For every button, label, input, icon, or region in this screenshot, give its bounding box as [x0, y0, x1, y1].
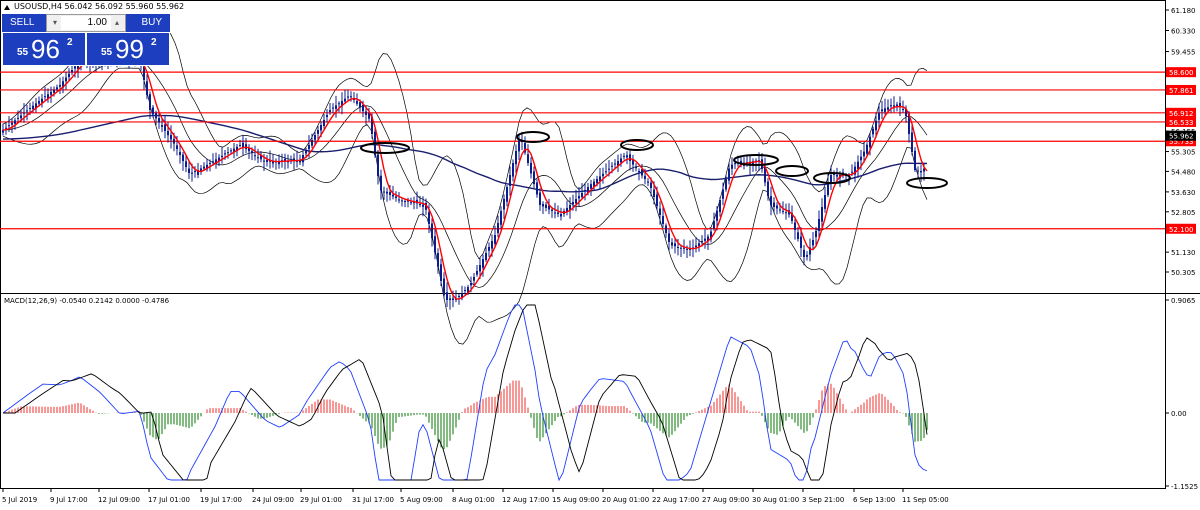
buy-price-point: 2: [151, 37, 157, 48]
macd-lines: [2, 304, 928, 482]
chart-area[interactable]: USOUSD,H4 56.042 56.092 55.960 55.962 58…: [0, 0, 1200, 510]
level-price-tag: 56.533: [1169, 119, 1194, 127]
time-axis-label: 6 Sep 13:00: [853, 496, 895, 504]
time-axis-label: 24 Jul 09:00: [252, 496, 294, 504]
time-axis-label: 5 Jul 2019: [2, 496, 37, 504]
sell-price-prefix: 55: [17, 47, 29, 58]
lot-size-input[interactable]: 1.00: [61, 16, 111, 30]
time-axis-label: 11 Sep 05:00: [902, 496, 949, 504]
time-axis-label: 12 Aug 17:00: [502, 496, 549, 504]
time-axis-label: 27 Aug 09:00: [702, 496, 749, 504]
price-axis-label: 60.330: [1171, 27, 1196, 35]
time-axis-label: 20 Aug 01:00: [602, 496, 649, 504]
time-axis-label: 15 Aug 09:00: [552, 496, 599, 504]
price-axis-label: 61.180: [1171, 7, 1196, 15]
buy-button[interactable]: BUY: [126, 14, 170, 32]
long-moving-average: [2, 114, 928, 193]
level-price-tag: 56.912: [1169, 110, 1194, 118]
price-axis-label: 54.480: [1171, 168, 1196, 176]
price-axis-label: 51.130: [1171, 249, 1196, 257]
macd-axis-label: -1.1525: [1171, 483, 1198, 491]
time-axis-label: 30 Aug 01:00: [752, 496, 799, 504]
macd-axis-label: 0.9065: [1171, 297, 1196, 305]
arrow-down-icon[interactable]: ▾: [49, 16, 61, 30]
price-axis-label: 55.305: [1171, 149, 1196, 157]
macd-axis: 0.9065 0.00 -1.1525: [1165, 297, 1198, 491]
annotation-ellipse[interactable]: [775, 165, 809, 177]
time-axis-label: 17 Jul 01:00: [148, 496, 190, 504]
time-axis-label: 29 Jul 01:00: [300, 496, 342, 504]
time-axis-label: 22 Aug 17:00: [652, 496, 699, 504]
symbol-title: USOUSD,H4 56.042 56.092 55.960 55.962: [14, 2, 184, 11]
triangle-up-icon[interactable]: [4, 5, 10, 10]
time-axis-label: 9 Jul 17:00: [50, 496, 88, 504]
sell-price-point: 2: [67, 37, 73, 48]
macd-title: MACD(12,26,9) -0.0540 0.2142 0.0000 -0.4…: [4, 297, 170, 305]
macd-axis-label: 0.00: [1171, 410, 1187, 418]
annotation-ellipse[interactable]: [906, 177, 948, 189]
time-axis-label: 8 Aug 01:00: [452, 496, 495, 504]
buy-price-main: 99: [115, 34, 144, 64]
chart-frame: [0, 0, 1166, 489]
red-moving-average: [2, 59, 928, 300]
macd-histogram: [5, 380, 928, 449]
level-price-tag: 58.600: [1169, 69, 1194, 77]
price-axis-label: 59.455: [1171, 49, 1196, 57]
time-axis-label: 19 Jul 17:00: [200, 496, 242, 504]
candlesticks: [2, 49, 925, 310]
time-axis-label: 31 Jul 17:00: [352, 496, 394, 504]
one-click-trading-panel: SELL ▾ 1.00 ▴ BUY 55 96 2 55 99 2: [2, 14, 170, 66]
price-axis-label: 52.805: [1171, 209, 1196, 217]
sell-button[interactable]: SELL: [2, 14, 46, 32]
sell-price-main: 96: [31, 34, 60, 64]
buy-price-button[interactable]: 55 99 2: [86, 32, 170, 66]
time-axis-label: 3 Sep 21:00: [802, 496, 844, 504]
arrow-up-icon[interactable]: ▴: [111, 16, 123, 30]
level-price-tag: 57.861: [1169, 87, 1194, 95]
price-axis-label: 53.630: [1171, 189, 1196, 197]
price-axis-label: 50.305: [1171, 269, 1196, 277]
time-axis: 5 Jul 2019 9 Jul 17:00 12 Jul 09:00 17 Jul …: [2, 488, 949, 504]
sell-price-button[interactable]: 55 96 2: [2, 32, 86, 66]
buy-price-prefix: 55: [101, 47, 113, 58]
horizontal-levels[interactable]: 58.60057.86156.91256.53355.73352.10055.9…: [0, 67, 1196, 234]
level-price-tag: 52.100: [1169, 226, 1194, 234]
time-axis-label: 5 Aug 09:00: [400, 496, 443, 504]
lot-size-stepper[interactable]: ▾ 1.00 ▴: [46, 14, 126, 32]
time-axis-label: 12 Jul 09:00: [98, 496, 140, 504]
price-axis-label: 56.155: [1171, 128, 1196, 136]
